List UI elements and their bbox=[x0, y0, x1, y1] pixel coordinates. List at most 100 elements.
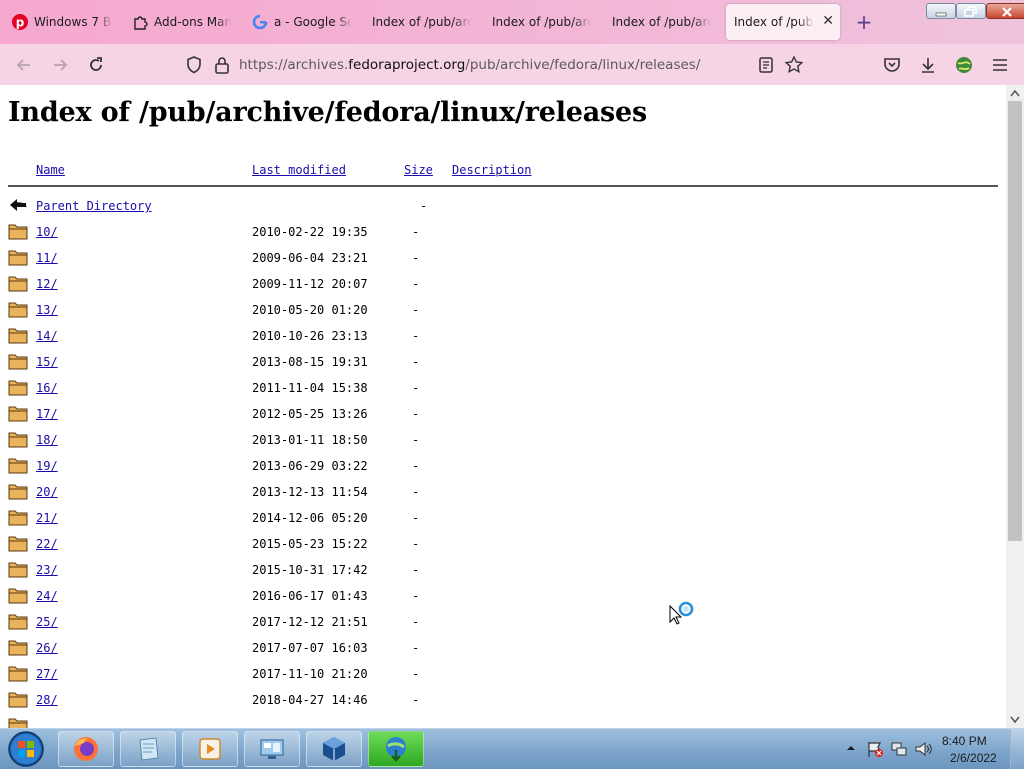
tab-label: Index of /pub/arch bbox=[492, 15, 592, 29]
address-bar[interactable]: https://archives.fedoraproject.org/pub/a… bbox=[176, 50, 816, 80]
tab-index-1[interactable]: Index of /pub/arch bbox=[364, 4, 480, 40]
directory-link[interactable]: 20/ bbox=[36, 485, 58, 499]
show-hidden-icons-arrow-icon[interactable] bbox=[846, 743, 856, 753]
tab-label: Index of /pub/arch bbox=[372, 15, 472, 29]
row-size: - bbox=[412, 329, 420, 343]
row-size: - bbox=[412, 615, 420, 629]
row-last-modified: 2009-11-12 20:07 bbox=[252, 277, 368, 291]
directory-link[interactable]: 11/ bbox=[36, 251, 58, 265]
directory-link[interactable]: 21/ bbox=[36, 511, 58, 525]
taskbar-media-player[interactable] bbox=[182, 731, 238, 767]
scroll-down-arrow-icon[interactable] bbox=[1010, 715, 1020, 725]
directory-link[interactable]: 17/ bbox=[36, 407, 58, 421]
tab-index-3[interactable]: Index of /pub/arch bbox=[604, 4, 720, 40]
directory-row: 11/2009-06-04 23:21 - bbox=[0, 248, 1000, 274]
taskbar-virtualbox[interactable] bbox=[306, 731, 362, 767]
menu-icon[interactable] bbox=[990, 55, 1010, 75]
row-last-modified: 2016-06-17 01:43 bbox=[252, 589, 368, 603]
new-tab-button[interactable]: + bbox=[852, 10, 876, 34]
row-size: - bbox=[412, 433, 420, 447]
url-text[interactable]: https://archives.fedoraproject.org/pub/a… bbox=[239, 57, 700, 73]
directory-link[interactable]: 26/ bbox=[36, 641, 58, 655]
action-center-flag-icon[interactable] bbox=[866, 740, 884, 758]
directory-link[interactable]: 15/ bbox=[36, 355, 58, 369]
back-arrow-icon[interactable] bbox=[14, 55, 34, 75]
directory-link[interactable]: 10/ bbox=[36, 225, 58, 239]
downloads-icon[interactable] bbox=[918, 55, 938, 75]
minimize-icon bbox=[935, 12, 947, 17]
tab-index-active[interactable]: Index of /pub/ar ✕ bbox=[726, 4, 840, 40]
clock-date[interactable]: 2/6/2022 bbox=[950, 751, 997, 765]
tab-google[interactable]: a - Google Sea bbox=[244, 4, 360, 40]
column-header-description[interactable]: Description bbox=[452, 163, 531, 177]
row-size: - bbox=[412, 667, 420, 681]
column-header-size[interactable]: Size bbox=[404, 163, 433, 177]
extension-globe-icon[interactable] bbox=[954, 55, 974, 75]
row-size: - bbox=[412, 511, 420, 525]
row-size: - bbox=[420, 199, 428, 213]
column-header-name[interactable]: Name bbox=[36, 163, 65, 177]
directory-link[interactable]: 18/ bbox=[36, 433, 58, 447]
folder-icon bbox=[8, 614, 28, 630]
minimize-button[interactable] bbox=[926, 3, 956, 19]
directory-row: 22/2015-05-23 15:22 - bbox=[0, 534, 1000, 560]
taskbar-firefox[interactable] bbox=[58, 731, 114, 767]
folder-icon bbox=[8, 536, 28, 552]
parent-directory-link[interactable]: Parent Directory bbox=[36, 199, 152, 213]
directory-link[interactable]: 14/ bbox=[36, 329, 58, 343]
window-close-button[interactable] bbox=[986, 3, 1024, 19]
url-prefix: https://archives. bbox=[239, 57, 349, 73]
show-desktop-button[interactable] bbox=[1010, 729, 1024, 769]
close-icon[interactable]: ✕ bbox=[822, 13, 834, 29]
directory-link[interactable]: 28/ bbox=[36, 693, 58, 707]
tab-label: Index of /pub/ar bbox=[734, 15, 814, 29]
reload-icon[interactable] bbox=[86, 55, 106, 75]
forward-arrow-icon[interactable] bbox=[50, 55, 70, 75]
start-button[interactable] bbox=[6, 730, 46, 768]
taskbar-remote-desktop[interactable] bbox=[244, 731, 300, 767]
firefox-icon bbox=[74, 737, 98, 761]
pinterest-icon: p bbox=[12, 14, 28, 30]
directory-link[interactable]: 13/ bbox=[36, 303, 58, 317]
row-last-modified: 2013-06-29 03:22 bbox=[252, 459, 368, 473]
volume-icon[interactable] bbox=[914, 740, 932, 758]
directory-link[interactable]: 27/ bbox=[36, 667, 58, 681]
directory-link[interactable]: 23/ bbox=[36, 563, 58, 577]
directory-link[interactable]: 22/ bbox=[36, 537, 58, 551]
folder-icon bbox=[8, 224, 28, 240]
vertical-scrollbar[interactable] bbox=[1006, 85, 1024, 728]
directory-row: 15/2013-08-15 19:31 - bbox=[0, 352, 1000, 378]
taskbar-download-manager[interactable] bbox=[368, 731, 424, 767]
restore-icon bbox=[964, 6, 977, 17]
directory-link[interactable]: 16/ bbox=[36, 381, 58, 395]
directory-link[interactable]: 25/ bbox=[36, 615, 58, 629]
tab-add-ons[interactable]: Add-ons Mana bbox=[124, 4, 240, 40]
reader-view-icon[interactable] bbox=[756, 55, 776, 75]
row-size: - bbox=[412, 355, 420, 369]
taskbar-notepad[interactable] bbox=[120, 731, 176, 767]
folder-icon bbox=[8, 640, 28, 656]
directory-row: 21/2014-12-06 05:20 - bbox=[0, 508, 1000, 534]
back-arrow-icon bbox=[10, 199, 27, 211]
directory-link[interactable]: 19/ bbox=[36, 459, 58, 473]
directory-link[interactable]: 12/ bbox=[36, 277, 58, 291]
tab-label: Windows 7 Ba bbox=[34, 15, 112, 29]
column-header-last-modified[interactable]: Last modified bbox=[252, 163, 346, 177]
shield-icon[interactable] bbox=[184, 55, 204, 75]
scrollbar-thumb[interactable] bbox=[1008, 101, 1022, 541]
row-last-modified: 2013-12-13 11:54 bbox=[252, 485, 368, 499]
tab-index-2[interactable]: Index of /pub/arch bbox=[484, 4, 600, 40]
row-size: - bbox=[412, 589, 420, 603]
network-icon[interactable] bbox=[890, 740, 908, 758]
directory-link[interactable]: 24/ bbox=[36, 589, 58, 603]
download-manager-icon bbox=[386, 737, 406, 762]
lock-icon[interactable] bbox=[212, 55, 232, 75]
row-size: - bbox=[412, 537, 420, 551]
pocket-icon[interactable] bbox=[882, 55, 902, 75]
scroll-up-arrow-icon[interactable] bbox=[1010, 88, 1020, 98]
clock-time[interactable]: 8:40 PM bbox=[942, 734, 987, 748]
bookmark-star-icon[interactable] bbox=[784, 55, 804, 75]
tab-pinterest[interactable]: p Windows 7 Ba bbox=[4, 4, 120, 40]
restore-button[interactable] bbox=[956, 3, 986, 19]
folder-icon bbox=[8, 666, 28, 682]
